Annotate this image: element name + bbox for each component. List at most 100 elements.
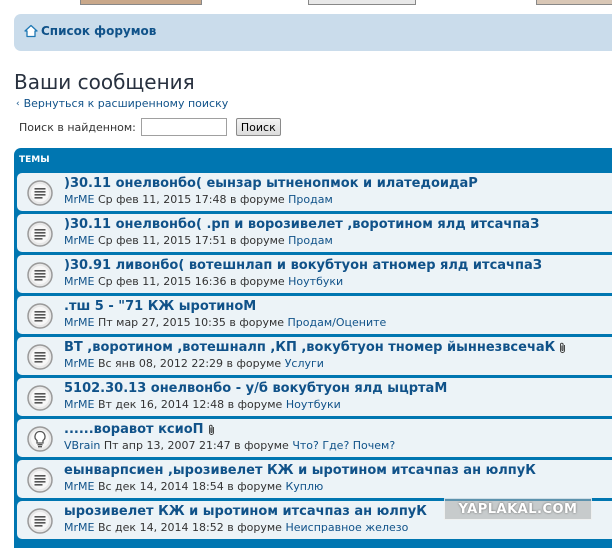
topic-title-text: .тш 5 - "71 КЖ ыротиноМ — [64, 299, 257, 314]
topic-author-link[interactable]: VBrain — [64, 439, 100, 452]
watermark: YAPLAKAL.COM — [444, 498, 592, 520]
banner-thumbnail[interactable] — [536, 0, 612, 5]
home-icon — [24, 24, 38, 38]
in-forum-label: в форуме — [229, 193, 285, 206]
topic-title-text: ырозивелет КЖ и ыротином итсачпаз ан юлп… — [64, 504, 427, 519]
topic-title-link[interactable]: еынварпсиен ,ырозивелет КЖ и ыротином ит… — [64, 463, 536, 478]
topic-forum-link[interactable]: Продам — [288, 234, 333, 247]
search-input[interactable] — [140, 118, 227, 136]
read-topic-icon — [26, 466, 54, 494]
forum-list-link[interactable]: Список форумов — [24, 24, 156, 38]
read-topic-icon — [26, 302, 54, 330]
topic-date: Вс дек 14, 2014 18:52 — [97, 521, 224, 534]
banner-thumbnail[interactable] — [80, 0, 202, 5]
topic-forum-link[interactable]: Ноутбуки — [286, 398, 341, 411]
topic-title-text: 5102.30.13 онелвонбо - у/б вокубтуон ялд… — [64, 381, 448, 396]
read-topic-icon — [26, 343, 54, 371]
topic-author-link[interactable]: MrME — [64, 480, 94, 493]
topic-forum-link[interactable]: Ноутбуки — [288, 275, 343, 288]
read-topic-icon — [26, 179, 54, 207]
topic-row: еынварпсиен ,ырозивелет КЖ и ыротином ит… — [17, 460, 612, 498]
topic-author-link[interactable]: MrME — [64, 521, 94, 534]
topic-meta: MrME Ср фев 11, 2015 17:48 в форуме Прод… — [64, 193, 333, 206]
read-topic-icon — [26, 507, 54, 535]
page-title: Ваши сообщения — [14, 70, 195, 94]
topic-title-text: )30.91 ливонбо( вотешнлап и вокубтуон ат… — [64, 258, 542, 273]
in-forum-label: в форуме — [229, 316, 285, 329]
topic-date: Ср фев 11, 2015 16:36 — [97, 275, 227, 288]
back-to-search-link[interactable]: ‹ Вернуться к расширенному поиску — [16, 97, 228, 110]
topic-author-link[interactable]: MrME — [64, 357, 94, 370]
topic-row: )30.11 онелвонбо( .рп и ворозивелет ,вор… — [17, 214, 612, 252]
in-forum-label: в форуме — [227, 398, 283, 411]
read-topic-icon — [26, 220, 54, 248]
topic-title-link[interactable]: )30.91 ливонбо( вотешнлап и вокубтуон ат… — [64, 258, 542, 273]
topic-title-link[interactable]: ВТ ,воротином ,вотешналп ,КП ,вокубтуон … — [64, 340, 567, 355]
back-arrow-icon: ‹ — [16, 98, 20, 109]
lightbulb-topic-icon — [26, 425, 54, 453]
in-forum-label: в форуме — [229, 275, 285, 288]
topic-row: 5102.30.13 онелвонбо - у/б вокубтуон ялд… — [17, 378, 612, 416]
topic-author-link[interactable]: MrME — [64, 316, 94, 329]
topic-date: Вс дек 14, 2014 18:54 — [97, 480, 224, 493]
top-banner-strip — [0, 0, 612, 6]
topic-meta: MrME Вс дек 14, 2014 18:54 в форуме Купл… — [64, 480, 323, 493]
topic-meta: MrME Ср фев 11, 2015 17:51 в форуме Прод… — [64, 234, 333, 247]
topics-header: ТЕМЫ — [19, 155, 50, 165]
topic-meta: MrME Вт дек 16, 2014 12:48 в форуме Ноут… — [64, 398, 341, 411]
topic-meta: MrME Пт мар 27, 2015 10:35 в форуме Прод… — [64, 316, 386, 329]
topic-meta: MrME Вс дек 14, 2014 18:52 в форуме Неис… — [64, 521, 408, 534]
topic-date: Ср фев 11, 2015 17:48 — [97, 193, 227, 206]
topic-forum-link[interactable]: Продам/Оцените — [288, 316, 387, 329]
topic-date: Ср фев 11, 2015 17:51 — [97, 234, 227, 247]
topic-forum-link[interactable]: Неисправное железо — [285, 521, 408, 534]
topic-date: Пт мар 27, 2015 10:35 — [97, 316, 226, 329]
topic-date: Пт апр 13, 2007 21:47 — [103, 439, 231, 452]
topic-row: )30.91 ливонбо( вотешнлап и вокубтуон ат… — [17, 255, 612, 293]
topic-title-link[interactable]: ......воравот ксиоП — [64, 422, 216, 437]
in-forum-label: в форуме — [229, 234, 285, 247]
topic-meta: MrME Ср фев 11, 2015 16:36 в форуме Ноут… — [64, 275, 343, 288]
topic-meta: VBrain Пт апр 13, 2007 21:47 в форуме Чт… — [64, 439, 395, 452]
in-forum-label: в форуме — [234, 439, 289, 452]
attachment-icon — [208, 424, 214, 435]
topic-title-text: )30.11 онелвонбо( еынзар ытненопмок и ил… — [64, 176, 478, 191]
topic-row: ВТ ,воротином ,вотешналп ,КП ,вокубтуон … — [17, 337, 612, 375]
in-forum-label: в форуме — [227, 480, 282, 493]
topic-row: ......воравот ксиоП VBrain Пт апр 13, 200… — [17, 419, 612, 457]
search-label: Поиск в найденном: — [19, 120, 136, 134]
topic-title-link[interactable]: .тш 5 - "71 КЖ ыротиноМ — [64, 299, 256, 314]
topic-forum-link[interactable]: Услуги — [285, 357, 324, 370]
navbar: Список форумов — [14, 14, 612, 51]
topic-title-link[interactable]: )30.11 онелвонбо( еынзар ытненопмок и ил… — [64, 176, 478, 191]
in-forum-label: в форуме — [226, 357, 282, 370]
read-topic-icon — [26, 261, 54, 289]
back-link-label: Вернуться к расширенному поиску — [23, 97, 229, 110]
search-button[interactable]: Поиск — [235, 118, 281, 136]
topic-title-text: ВТ ,воротином ,вотешналп ,КП ,вокубтуон … — [64, 340, 556, 355]
topic-forum-link[interactable]: Продам — [288, 193, 333, 206]
topic-author-link[interactable]: MrME — [64, 234, 94, 247]
topic-meta: MrME Вс янв 08, 2012 22:29 в форуме Услу… — [64, 357, 324, 370]
topic-title-link[interactable]: )30.11 онелвонбо( .рп и ворозивелет ,вор… — [64, 217, 539, 232]
topic-date: Вт дек 16, 2014 12:48 — [97, 398, 225, 411]
topic-title-text: )30.11 онелвонбо( .рп и ворозивелет ,вор… — [64, 217, 540, 232]
banner-thumbnail[interactable] — [308, 0, 416, 5]
topic-author-link[interactable]: MrME — [64, 193, 94, 206]
topic-title-text: еынварпсиен ,ырозивелет КЖ и ыротином ит… — [64, 463, 536, 478]
search-in-results: Поиск в найденном: Поиск — [19, 118, 281, 136]
topic-title-link[interactable]: 5102.30.13 онелвонбо - у/б вокубтуон ялд… — [64, 381, 447, 396]
topic-row: .тш 5 - "71 КЖ ыротиноМ MrME Пт мар 27, 2… — [17, 296, 612, 334]
topic-forum-link[interactable]: Что? Где? Почем? — [292, 439, 395, 452]
topic-list: )30.11 онелвонбо( еынзар ытненопмок и ил… — [17, 173, 612, 542]
topic-date: Вс янв 08, 2012 22:29 — [97, 357, 224, 370]
attachment-icon — [560, 342, 566, 353]
topic-author-link[interactable]: MrME — [64, 275, 94, 288]
topic-title-link[interactable]: ырозивелет КЖ и ыротином итсачпаз ан юлп… — [64, 504, 427, 519]
topic-row: )30.11 онелвонбо( еынзар ытненопмок и ил… — [17, 173, 612, 211]
topic-author-link[interactable]: MrME — [64, 398, 94, 411]
read-topic-icon — [26, 384, 54, 412]
topic-title-text: ......воравот ксиоП — [64, 422, 204, 437]
forum-list-label: Список форумов — [41, 24, 157, 38]
topic-forum-link[interactable]: Куплю — [285, 480, 323, 493]
